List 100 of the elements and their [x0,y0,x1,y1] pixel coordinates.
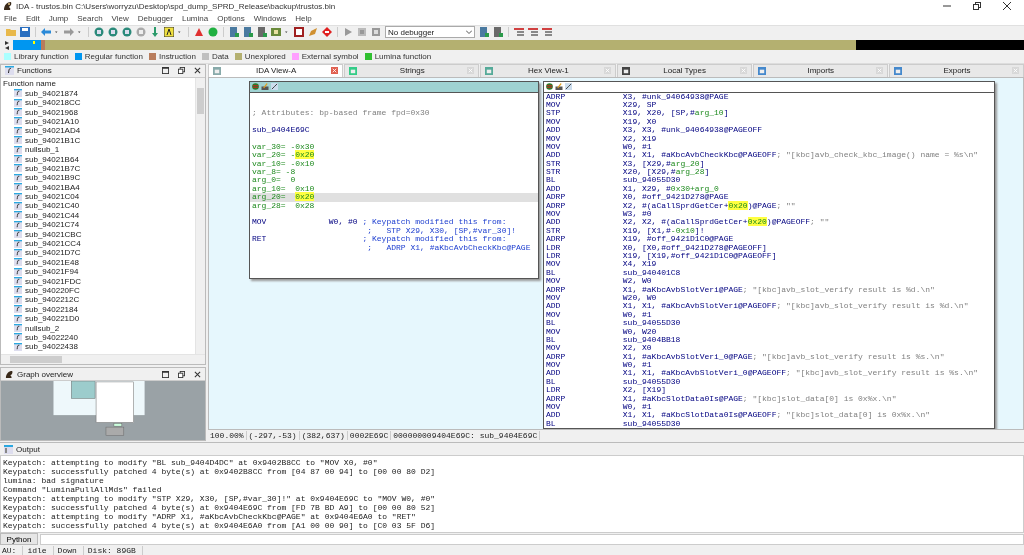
pencil-icon[interactable] [555,83,563,91]
function-name[interactable]: sub_94021D7C [25,248,81,258]
square-icon[interactable] [164,27,174,38]
navigation-band[interactable] [13,39,1024,50]
tab[interactable]: Strings [344,63,480,77]
code-line[interactable]: MOV W0, #1 [546,361,992,370]
code-line[interactable]: var_30= -0x30 [252,142,536,152]
graph-icon[interactable] [565,83,572,91]
square-icon[interactable] [294,27,304,38]
list-icon[interactable] [542,27,552,38]
code-line[interactable]: arg_10= 0x10 [252,184,536,194]
code-line[interactable]: BL sub_94055D30 [546,377,992,387]
code-line[interactable]: LDR X2, [X19] [546,386,992,395]
globe-icon[interactable] [252,83,259,91]
function-name[interactable]: sub_94021B7C [25,163,81,173]
disc-icon[interactable] [108,27,118,38]
code-line[interactable]: ADRP X1, #aKbcSlotData0Is@PAGE; "[kbc]slot_data[0] is 0x%x.\n" [546,394,992,404]
list-icon[interactable] [514,27,524,38]
function-name[interactable]: sub_94021C04 [25,192,80,202]
code-line[interactable]: MOV W0, W20 [546,327,992,336]
code-line[interactable]: var_8= -8 [252,168,536,177]
code-line[interactable]: MOV W20, W0 [546,293,992,303]
play-icon[interactable] [343,27,353,38]
code-line[interactable]: MOV W0, #1 [546,310,992,320]
function-name[interactable]: nullsub_1 [25,145,60,155]
menu-item[interactable]: Help [295,14,312,24]
code-line[interactable]: sub_9404E69C [252,126,536,135]
code-line[interactable]: ADRP X3, #unk_94064938@PAGE [546,92,992,101]
code-line[interactable]: MOV X2, X0 [546,344,992,353]
close-icon[interactable] [194,67,201,75]
code-line[interactable]: ADRP X19, #off_9421D1C0@PAGE [546,235,992,244]
code-line[interactable]: ; ADRP X1, #aKbcAvbCheckKbc@PAGE [252,243,536,252]
menu-item[interactable]: Options [217,14,245,24]
code-line[interactable]: ADRP X2, #(aCallSprdGetCer+0x20)@PAGE; "" [546,201,992,211]
menu-item[interactable]: Windows [253,14,287,24]
code-line[interactable]: arg_28= 0x28 [252,201,536,211]
menu-item[interactable]: Jump [48,14,69,24]
scrollbar[interactable] [1,354,205,365]
circle-icon[interactable] [208,27,218,38]
function-name[interactable]: sub_94021968 [25,107,78,117]
graph-icon[interactable] [271,83,278,91]
code-line[interactable]: ; Attributes: bp-based frame fpd=0x30 [252,109,536,118]
code-line[interactable]: MOV X19, X0 [546,117,992,127]
function-name[interactable]: sub_94021BA4 [25,182,80,192]
function-name[interactable]: sub_94021A10 [25,116,79,126]
code-line[interactable]: ADD X1, X1, #aKbcAvbCheckKbc@PAGEOFF; "[kbc]avb_check_kbc_image() name = %s\n" [546,151,992,160]
close-icon[interactable] [1002,1,1012,12]
code-line[interactable]: arg_0= 0 [252,176,536,185]
code-line[interactable]: BL sub_94055D30 [546,419,992,429]
disc-icon[interactable] [94,27,104,38]
disc-icon[interactable] [136,27,146,38]
code-line[interactable]: var_20= -0x20 [252,151,536,160]
menu-item[interactable]: Lumina [181,14,209,24]
code-line[interactable]: MOV W0, #0 ; Keypatch modified this from: [252,218,536,227]
function-name[interactable]: sub_940220FC [25,285,80,295]
function-name[interactable]: sub_94022240 [25,332,78,342]
scrollbar[interactable] [195,77,205,355]
float-icon[interactable] [178,370,185,378]
function-name[interactable]: sub_940218CC [25,98,81,108]
code-line[interactable]: BL sub_9404BB18 [546,335,992,345]
menu-item[interactable]: Edit [25,14,40,24]
code-line[interactable]: STR X20, [X29,#arg_28] [546,168,992,177]
code-line[interactable]: LDR X0, [X0,#off_9421D278@PAGEOFF] [546,243,992,252]
code-line[interactable]: MOV W2, W0 [546,277,992,286]
list-icon[interactable] [528,27,538,38]
menu-item[interactable]: Debugger [137,14,173,24]
close-icon[interactable] [194,370,201,378]
stop-icon[interactable] [371,27,381,38]
function-name[interactable]: sub_94021E48 [25,257,79,267]
code-line[interactable]: ADD X1, X1, #aKbcSlotData0Is@PAGEOFF; "[kbc]slot_data[0] is 0x%x.\n" [546,411,992,420]
function-name[interactable]: sub_94021AD4 [25,126,81,136]
code-line[interactable]: ; STP X29, X30, [SP,#var_30]! [252,226,536,236]
function-name[interactable]: sub_94021F94 [25,267,79,277]
function-name[interactable]: sub_94022438 [25,342,78,352]
code-line[interactable]: ADRP X1, #aKbcAvbSlotVeri@PAGE; "[kbc]avb_slot_verify result is %d.\n" [546,285,992,294]
function-name[interactable]: sub_94021B1C [25,135,81,145]
function-name[interactable]: sub_94021B9C [25,173,81,183]
code-line[interactable]: var_10= -0x10 [252,159,536,169]
menu-item[interactable]: Search [77,14,103,24]
column-header[interactable]: Function name [3,77,195,89]
function-name[interactable]: sub_9402212C [25,295,80,305]
function-name[interactable]: sub_94021C40 [25,201,80,211]
menu-item[interactable]: View [111,14,129,24]
menu-item[interactable]: File [4,14,17,24]
python-button[interactable]: Python [0,533,38,546]
tab[interactable]: Local Types [616,63,752,77]
float-icon[interactable] [178,67,185,75]
tab[interactable]: Imports [752,63,888,77]
forward-arrow-icon[interactable] [64,27,74,38]
function-name[interactable]: sub_940221D0 [25,314,80,324]
function-name[interactable]: sub_94021CC4 [25,239,81,248]
globe-icon[interactable] [546,83,553,91]
diamond-icon[interactable] [322,27,332,38]
back-arrow-icon[interactable] [41,27,51,38]
code-line[interactable]: LDR X19, [X19,#off_9421D1C0@PAGEOFF] [546,252,992,261]
function-name[interactable]: sub_94021CBC [25,229,82,239]
maximize-icon[interactable] [162,370,169,378]
graph-node[interactable] [249,80,539,279]
dropdown-caret-icon[interactable] [466,29,472,36]
code-line[interactable]: ADRP X1, #aKbcAvbSlotVeri_0@PAGE; "[kbc]avb_slot_verify result is %s.\n" [546,352,992,362]
